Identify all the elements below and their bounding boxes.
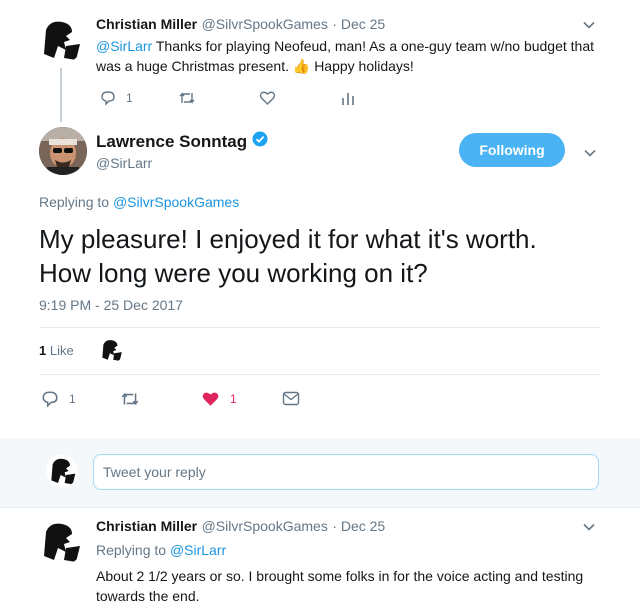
tweet-date[interactable]: · Dec 25: [332, 16, 385, 32]
tweet-text: @SirLarr Thanks for playing Neofeud, man…: [96, 36, 616, 76]
author-name[interactable]: Lawrence Sonntag: [96, 132, 247, 152]
replying-to-label: Replying to: [39, 194, 110, 210]
thread-line: [60, 68, 62, 122]
tweet-text-line: My pleasure! I enjoyed it for what it's …: [39, 224, 537, 254]
chevron-down-icon[interactable]: [583, 520, 595, 538]
following-button[interactable]: Following: [459, 133, 565, 167]
reply-icon: [100, 90, 116, 106]
author-handle[interactable]: @SilvrSpookGames: [202, 518, 328, 534]
replying-to: Replying to @SilvrSpookGames: [39, 194, 239, 210]
likes-stat[interactable]: 1 Like: [39, 343, 74, 358]
chevron-down-icon[interactable]: [584, 146, 596, 164]
avatar[interactable]: [39, 127, 87, 175]
author-handle[interactable]: @SilvrSpookGames: [202, 16, 328, 32]
reply-icon: [41, 390, 59, 408]
reply-action[interactable]: 1: [100, 90, 133, 106]
reply-action[interactable]: 1: [41, 390, 76, 408]
like-action[interactable]: 1: [201, 390, 237, 408]
reply-count: 1: [69, 392, 76, 406]
chevron-down-icon[interactable]: [583, 18, 595, 36]
retweet-icon[interactable]: [120, 390, 140, 408]
like-icon[interactable]: [259, 90, 276, 106]
tweet-timestamp[interactable]: 9:19 PM - 25 Dec 2017: [39, 297, 183, 313]
replying-to-label: Replying to: [96, 542, 167, 558]
replying-to-handle[interactable]: @SirLarr: [170, 542, 226, 558]
message-icon[interactable]: [282, 391, 300, 406]
analytics-icon[interactable]: [341, 90, 355, 106]
like-icon: [201, 390, 220, 408]
avatar[interactable]: [36, 16, 84, 64]
divider: [0, 507, 640, 508]
divider: [39, 374, 600, 375]
avatar[interactable]: [36, 518, 84, 566]
tweet-text-line: How long were you working on it?: [39, 258, 428, 288]
tweet-text: About 2 1/2 years or so. I brought some …: [96, 568, 584, 604]
divider: [39, 327, 600, 328]
verified-badge-icon: [252, 131, 268, 152]
tweet-date[interactable]: · Dec 25: [332, 518, 385, 534]
likes-label: Like: [49, 343, 74, 358]
like-count: 1: [230, 392, 237, 406]
mention-link[interactable]: @SirLarr: [96, 38, 152, 54]
replying-to: Replying to @SirLarr: [96, 542, 226, 558]
replying-to-handle[interactable]: @SilvrSpookGames: [113, 194, 239, 210]
retweet-icon[interactable]: [178, 90, 196, 106]
tweet-body: Thanks for playing Neofeud, man! As a on…: [96, 38, 595, 74]
liker-avatar[interactable]: [98, 337, 124, 363]
avatar[interactable]: [46, 455, 78, 487]
likes-count: 1: [39, 343, 47, 358]
reply-count: 1: [126, 91, 133, 105]
tweet-text: My pleasure! I enjoyed it for what it's …: [39, 222, 537, 290]
author-name[interactable]: Christian Miller: [96, 16, 197, 32]
author-handle[interactable]: @SirLarr: [96, 155, 152, 171]
reply-input[interactable]: Tweet your reply: [93, 454, 599, 490]
author-name[interactable]: Christian Miller: [96, 518, 197, 534]
